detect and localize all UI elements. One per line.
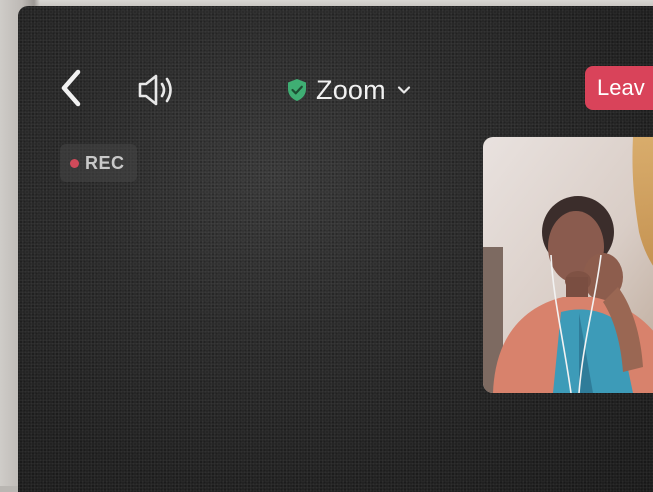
speaker-icon	[138, 74, 172, 106]
recording-label: REC	[85, 152, 125, 173]
recording-badge: REC	[60, 144, 137, 182]
speaker-button[interactable]	[134, 70, 180, 110]
participant-video	[483, 137, 653, 393]
meeting-title: Zoom	[316, 74, 386, 105]
chevron-down-icon	[397, 86, 410, 94]
recording-dot-icon	[70, 158, 79, 168]
participant-video-tile[interactable]	[483, 137, 653, 393]
chevron-left-icon	[61, 69, 81, 107]
meeting-topbar: Zoom Leav	[18, 58, 653, 118]
shield-check-icon	[288, 79, 306, 101]
back-button[interactable]	[54, 66, 90, 110]
meeting-screen: Zoom Leav REC	[18, 6, 653, 492]
leave-button[interactable]: Leav	[585, 66, 653, 110]
meeting-title-dropdown[interactable]: Zoom	[286, 72, 412, 108]
